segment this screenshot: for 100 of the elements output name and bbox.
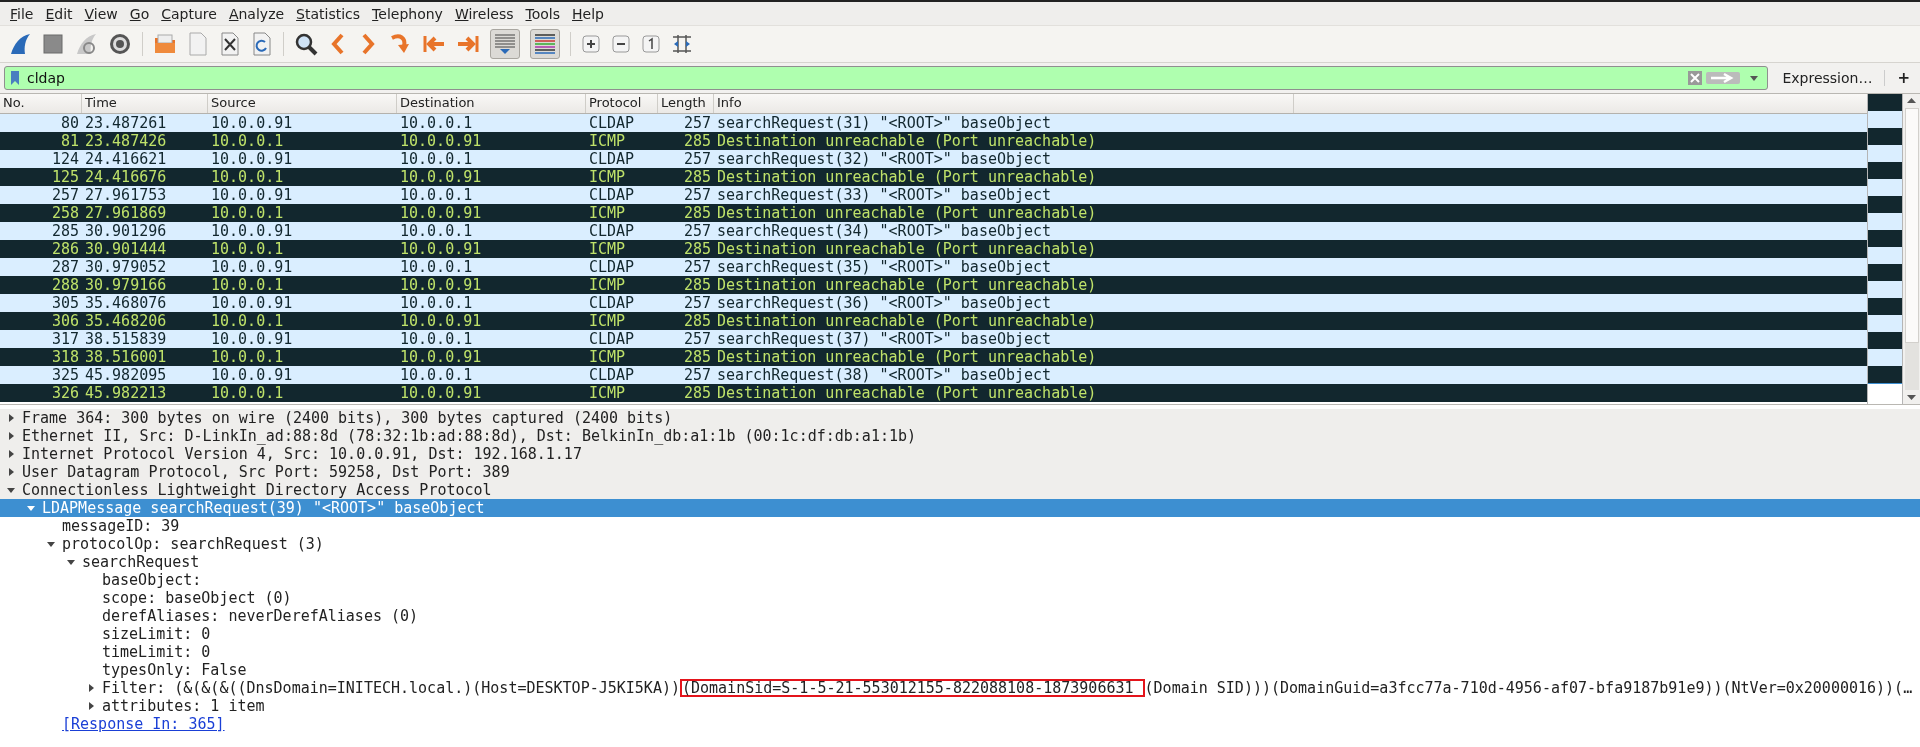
collapsed-arrow-icon[interactable] <box>6 449 16 459</box>
zoom-out-icon[interactable] <box>611 34 631 54</box>
menu-item[interactable]: Telephony <box>366 5 449 22</box>
normal-size-icon[interactable] <box>641 34 661 54</box>
search-icon[interactable] <box>294 32 318 56</box>
scrollbar-thumb[interactable] <box>1904 108 1919 343</box>
menu-item[interactable]: Help <box>566 5 610 22</box>
tree-row[interactable]: derefAliases: neverDerefAliases (0) <box>0 607 1920 625</box>
packet-minimap[interactable] <box>1868 94 1903 404</box>
zoom-in-icon[interactable] <box>581 34 601 54</box>
packet-row[interactable]: 286 30.901444 10.0.0.1 10.0.0.91 ICMP 285 Destination unreachable (Port unreachable) <box>0 240 1868 258</box>
bookmark-icon[interactable] <box>9 70 21 86</box>
menu-item[interactable]: Go <box>123 5 156 22</box>
column-header[interactable]: Info <box>714 94 1294 113</box>
tree-row[interactable]: Internet Protocol Version 4, Src: 10.0.0.91, Dst: 192.168.1.17 <box>0 445 1920 463</box>
autoscroll-button[interactable] <box>490 29 520 59</box>
response-link[interactable]: [Response In: 365] <box>62 715 225 733</box>
folder-icon[interactable] <box>153 32 177 56</box>
table-cell-text: 10.0.0.1 <box>210 240 285 258</box>
packet-row[interactable]: 326 45.982213 10.0.0.1 10.0.0.91 ICMP 285 Destination unreachable (Port unreachable) <box>0 384 1868 402</box>
resize-columns-icon[interactable] <box>671 33 693 55</box>
table-cell-text: 317 <box>50 330 80 348</box>
packet-row[interactable]: 124 24.416621 10.0.0.91 10.0.0.1 CLDAP 257 searchRequest(32) "<ROOT>" baseObject <box>0 150 1868 168</box>
expanded-arrow-icon[interactable] <box>6 485 16 495</box>
menu-item[interactable]: Wireless <box>448 5 520 22</box>
table-cell-text: 35.468206 <box>84 312 168 330</box>
column-header[interactable]: No. <box>0 94 82 113</box>
filter-input[interactable]: cldap <box>25 70 1688 86</box>
tree-row[interactable]: Frame 364: 300 bytes on wire (2400 bits), 300 bytes captured (2400 bits) <box>0 409 1920 427</box>
scrollbar[interactable] <box>1903 94 1920 404</box>
restart-icon[interactable] <box>74 32 98 56</box>
packet-row[interactable]: 288 30.979166 10.0.0.1 10.0.0.91 ICMP 285 Destination unreachable (Port unreachable) <box>0 276 1868 294</box>
tree-row[interactable]: typesOnly: False <box>0 661 1920 679</box>
dropdown-caret-icon[interactable] <box>1749 74 1760 82</box>
table-cell-text: 23.487426 <box>84 132 168 150</box>
packet-row[interactable]: 285 30.901296 10.0.0.91 10.0.0.1 CLDAP 257 searchRequest(34) "<ROOT>" baseObject <box>0 222 1868 240</box>
table-cell-text: 38.515839 <box>84 330 168 348</box>
menu-item[interactable]: View <box>78 5 124 22</box>
packet-row[interactable]: 318 38.516001 10.0.0.1 10.0.0.91 ICMP 285 Destination unreachable (Port unreachable) <box>0 348 1868 366</box>
shark-fin-icon[interactable] <box>8 32 32 56</box>
settings-icon[interactable] <box>108 32 132 56</box>
menu-item[interactable]: Capture <box>155 5 223 22</box>
tree-row[interactable]: sizeLimit: 0 <box>0 625 1920 643</box>
tree-row[interactable]: searchRequest <box>0 553 1920 571</box>
table-cell-text: 285 <box>50 222 80 240</box>
tree-row[interactable]: protocolOp: searchRequest (3) <box>0 535 1920 553</box>
tree-row[interactable]: User Datagram Protocol, Src Port: 59258, Dst Port: 389 <box>0 463 1920 481</box>
packet-row[interactable]: 287 30.979052 10.0.0.91 10.0.0.1 CLDAP 257 searchRequest(35) "<ROOT>" baseObject <box>0 258 1868 276</box>
column-header[interactable]: Source <box>208 94 397 113</box>
column-header[interactable]: Length <box>658 94 714 113</box>
collapsed-arrow-icon[interactable] <box>6 413 16 423</box>
expanded-arrow-icon[interactable] <box>66 557 76 567</box>
packet-row[interactable]: 125 24.416676 10.0.0.1 10.0.0.91 ICMP 285 Destination unreachable (Port unreachable) <box>0 168 1868 186</box>
table-cell-text: 10.0.0.1 <box>210 384 285 402</box>
table-cell-text: CLDAP <box>588 330 636 348</box>
tree-row[interactable]: messageID: 39 <box>0 517 1920 535</box>
packet-row[interactable]: 305 35.468076 10.0.0.91 10.0.0.1 CLDAP 257 searchRequest(36) "<ROOT>" baseObject <box>0 294 1868 312</box>
menu-item[interactable]: Statistics <box>290 5 367 22</box>
colorize-button[interactable] <box>530 29 560 59</box>
list-scroll-icon <box>493 32 517 56</box>
tree-row[interactable]: scope: baseObject (0) <box>0 589 1920 607</box>
packet-row[interactable]: 317 38.515839 10.0.0.91 10.0.0.1 CLDAP 257 searchRequest(37) "<ROOT>" baseObject <box>0 330 1868 348</box>
table-cell-text: searchRequest(34) "<ROOT>" baseObject <box>716 222 1053 240</box>
table-cell-text: 285 <box>682 384 712 402</box>
table-cell-text: 258 <box>50 204 80 222</box>
expanded-arrow-icon[interactable] <box>46 539 56 549</box>
tree-row[interactable]: [Response In: 365] <box>0 715 1920 733</box>
packet-row[interactable]: 80 23.487261 10.0.0.91 10.0.0.1 CLDAP 257 searchRequest(31) "<ROOT>" baseObject <box>0 114 1868 132</box>
column-header[interactable]: Protocol <box>586 94 658 113</box>
tree-row[interactable]: baseObject: <box>0 571 1920 589</box>
collapsed-arrow-icon[interactable] <box>86 683 96 693</box>
table-cell-text: 30.979052 <box>84 258 168 276</box>
packet-row[interactable]: 81 23.487426 10.0.0.1 10.0.0.91 ICMP 285 Destination unreachable (Port unreachable) <box>0 132 1868 150</box>
add-filter-button[interactable]: + <box>1885 69 1916 87</box>
menu-item[interactable]: Edit <box>39 5 79 22</box>
packet-row[interactable]: 325 45.982095 10.0.0.91 10.0.0.1 CLDAP 257 searchRequest(38) "<ROOT>" baseObject <box>0 366 1868 384</box>
table-cell-text: searchRequest(36) "<ROOT>" baseObject <box>716 294 1053 312</box>
clear-icon[interactable] <box>1687 70 1704 86</box>
close-file-icon[interactable] <box>219 32 241 56</box>
tree-row[interactable]: timeLimit: 0 <box>0 643 1920 661</box>
table-cell-text: 45.982213 <box>84 384 168 402</box>
packet-row[interactable]: 306 35.468206 10.0.0.1 10.0.0.91 ICMP 285 Destination unreachable (Port unreachable) <box>0 312 1868 330</box>
menu-item[interactable]: Analyze <box>222 5 291 22</box>
collapsed-arrow-icon[interactable] <box>6 431 16 441</box>
tree-row[interactable]: Ethernet II, Src: D-LinkIn_ad:88:8d (78:32:1b:ad:88:8d), Dst: BelkinIn_db:a1:1b (00:1c:df:db:a1:1b) <box>0 427 1920 445</box>
display-filter-field[interactable]: cldap <box>4 66 1769 90</box>
tree-row[interactable]: attributes: 1 item <box>0 697 1920 715</box>
tree-row[interactable]: Filter: (&(&(&((DnsDomain=INITECH.local.)(Host=DESKTOP-J5KI5KA))(DomainSid=S-1-5-21-553012155-822088108-1873906631 (Domain SID)))(DomainGuid=a3fcc77a-710d-4956-af07-bfa9187b91e9))(NtVer=0x20000016))(… <box>0 679 1920 697</box>
stop-icon[interactable] <box>42 33 64 55</box>
collapsed-arrow-icon[interactable] <box>86 701 96 711</box>
packet-row[interactable]: 258 27.961869 10.0.0.1 10.0.0.91 ICMP 285 Destination unreachable (Port unreachable) <box>0 204 1868 222</box>
packet-row[interactable]: 257 27.961753 10.0.0.91 10.0.0.1 CLDAP 257 searchRequest(33) "<ROOT>" baseObject <box>0 186 1868 204</box>
column-header[interactable]: Destination <box>397 94 586 113</box>
collapsed-arrow-icon[interactable] <box>6 467 16 477</box>
menu-item[interactable]: File <box>4 5 40 22</box>
column-header[interactable]: Time <box>82 94 208 113</box>
menu-item[interactable]: Tools <box>519 5 566 22</box>
expression-button[interactable]: Expression… <box>1768 70 1885 86</box>
tree-row[interactable]: Connectionless Lightweight Directory Access Protocol <box>0 481 1920 499</box>
reload-icon[interactable] <box>251 32 273 56</box>
